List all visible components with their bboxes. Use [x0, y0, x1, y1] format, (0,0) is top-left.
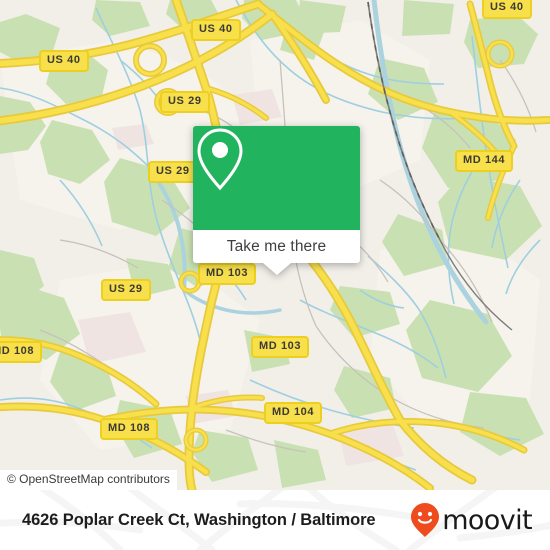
road-shield: US 40: [191, 19, 241, 41]
road-shield: US 29: [160, 91, 210, 113]
callout-header: [193, 126, 360, 230]
location-title: 4626 Poplar Creek Ct, Washington / Balti…: [22, 510, 376, 529]
road-shield: MD 108: [100, 418, 159, 440]
osm-attribution[interactable]: © OpenStreetMap contributors: [0, 470, 177, 490]
road-shield: US 40: [482, 0, 532, 19]
road-shield: MD 144: [455, 150, 514, 172]
map-screenshot: US 40 US 40 US 40 US 29 US 29 MD 144 MD 103 MD …: [0, 0, 550, 550]
moovit-logo[interactable]: moovit: [410, 502, 533, 538]
take-me-there-button[interactable]: Take me there: [193, 230, 360, 263]
map-canvas[interactable]: US 40 US 40 US 40 US 29 US 29 MD 144 MD 103 MD …: [0, 0, 550, 490]
moovit-smiley-pin-icon: [411, 503, 440, 537]
road-shield: MD 108: [0, 341, 43, 363]
take-me-there-label: Take me there: [226, 237, 327, 255]
destination-callout-card[interactable]: Take me there: [193, 126, 360, 275]
road-shield: US 29: [148, 161, 198, 183]
road-shield: MD 104: [264, 402, 323, 424]
road-shield: MD 103: [251, 336, 310, 358]
road-shield: US 29: [101, 279, 151, 301]
road-shield: MD 103: [198, 263, 257, 285]
road-shield: US 40: [39, 50, 89, 72]
footer-bar: 4626 Poplar Creek Ct, Washington / Balti…: [0, 490, 550, 550]
callout-pointer-tail: [262, 263, 291, 275]
moovit-wordmark: moovit: [442, 504, 532, 536]
map-pin-icon: [197, 128, 243, 191]
footer-content: 4626 Poplar Creek Ct, Washington / Balti…: [0, 490, 550, 550]
